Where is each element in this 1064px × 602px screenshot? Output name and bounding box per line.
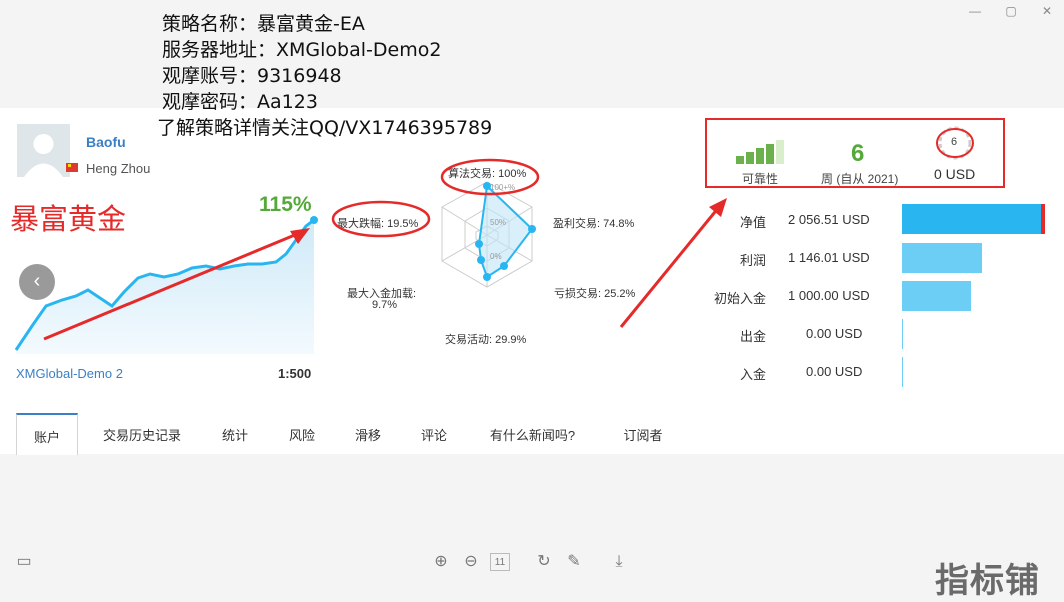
tab-news[interactable]: 有什么新闻吗? [480, 413, 585, 455]
initial-deposit-label: 初始入金 [713, 291, 766, 306]
profit-value: 1 146.01 USD [788, 250, 870, 265]
deposit-value: 0.00 USD [806, 364, 863, 379]
maximize-button[interactable]: ▢ [1004, 4, 1018, 18]
withdrawal-label: 出金 [739, 329, 766, 344]
annotation-ellipse-algo [440, 158, 540, 196]
tab-risk[interactable]: 风险 [279, 413, 325, 455]
password-line: 观摩密码：Aa123 [162, 91, 318, 113]
equity-value: 2 056.51 USD [788, 212, 870, 227]
annotation-ellipses [331, 158, 540, 238]
tab-slippage[interactable]: 滑移 [345, 413, 391, 455]
server-address-line: 服务器地址：XMGlobal-Demo2 [162, 39, 442, 61]
radar-label-activity: 交易活动: 29.9% [445, 334, 527, 346]
subscribers-badge: 6 [951, 136, 958, 148]
growth-chart [14, 216, 318, 354]
growth-area [16, 220, 314, 354]
tab-bar: 账户 交易历史记录 统计 风险 滑移 评论 有什么新闻吗? 订阅者 [0, 413, 1064, 455]
strategy-name-line: 策略名称：暴富黄金-EA [162, 13, 365, 35]
leverage-value: 1:500 [278, 366, 312, 381]
account-line: 观摩账号：9316948 [162, 65, 342, 87]
tab-trade-history[interactable]: 交易历史记录 [96, 413, 188, 455]
equity-label: 净值 [739, 215, 766, 230]
initial-deposit-value: 1 000.00 USD [788, 288, 870, 303]
china-flag-icon [66, 163, 78, 172]
deposit-label: 入金 [739, 367, 766, 382]
tab-statistics[interactable]: 统计 [212, 413, 258, 455]
page-number-box[interactable]: 11 [490, 553, 510, 571]
avatar[interactable] [17, 124, 70, 177]
prev-slide-button[interactable]: ‹ [19, 264, 55, 300]
edit-icon[interactable]: ✎ [565, 553, 583, 571]
initial-deposit-bar [902, 281, 971, 311]
rotate-icon[interactable]: ↻ [535, 553, 553, 571]
radar-tick-0: 0% [490, 252, 502, 261]
close-button[interactable]: ✕ [1040, 4, 1054, 18]
withdrawal-value: 0.00 USD [806, 326, 863, 341]
watermark-logo: 指标铺 [935, 561, 1040, 601]
weeks-label: 周 (自从 2021) [821, 172, 899, 186]
profit-label: 利润 [739, 253, 766, 268]
reliability-label: 可靠性 [742, 172, 779, 186]
subscription-price: 0 USD [934, 166, 976, 182]
annotation-ellipse-drawdown [331, 200, 431, 238]
user-location: Heng Zhou [86, 161, 151, 176]
radar-value-deposit-load: 9.7% [372, 299, 398, 311]
tab-account[interactable]: 账户 [16, 413, 78, 455]
tab-reviews[interactable]: 评论 [411, 413, 457, 455]
contact-line: 了解策略详情关注QQ/VX1746395789 [157, 117, 493, 139]
deposit-bar [902, 357, 903, 387]
equity-bar [902, 204, 1045, 234]
user-name[interactable]: Baofu [86, 134, 126, 150]
tab-subscribers[interactable]: 订阅者 [613, 413, 673, 455]
profit-bar [902, 243, 982, 273]
withdrawal-bar [902, 319, 903, 349]
growth-endpoint [310, 216, 318, 224]
server-link[interactable]: XMGlobal-Demo 2 [16, 366, 123, 381]
zoom-out-icon[interactable]: ⊖ [462, 553, 480, 571]
download-icon[interactable]: ⤓ [610, 553, 628, 571]
reliability-bars-icon [736, 140, 784, 164]
zoom-in-icon[interactable]: ⊕ [432, 553, 450, 571]
weeks-value: 6 [851, 140, 865, 167]
minimize-button[interactable]: — [968, 4, 982, 18]
layout-icon[interactable]: ▭ [15, 553, 33, 571]
